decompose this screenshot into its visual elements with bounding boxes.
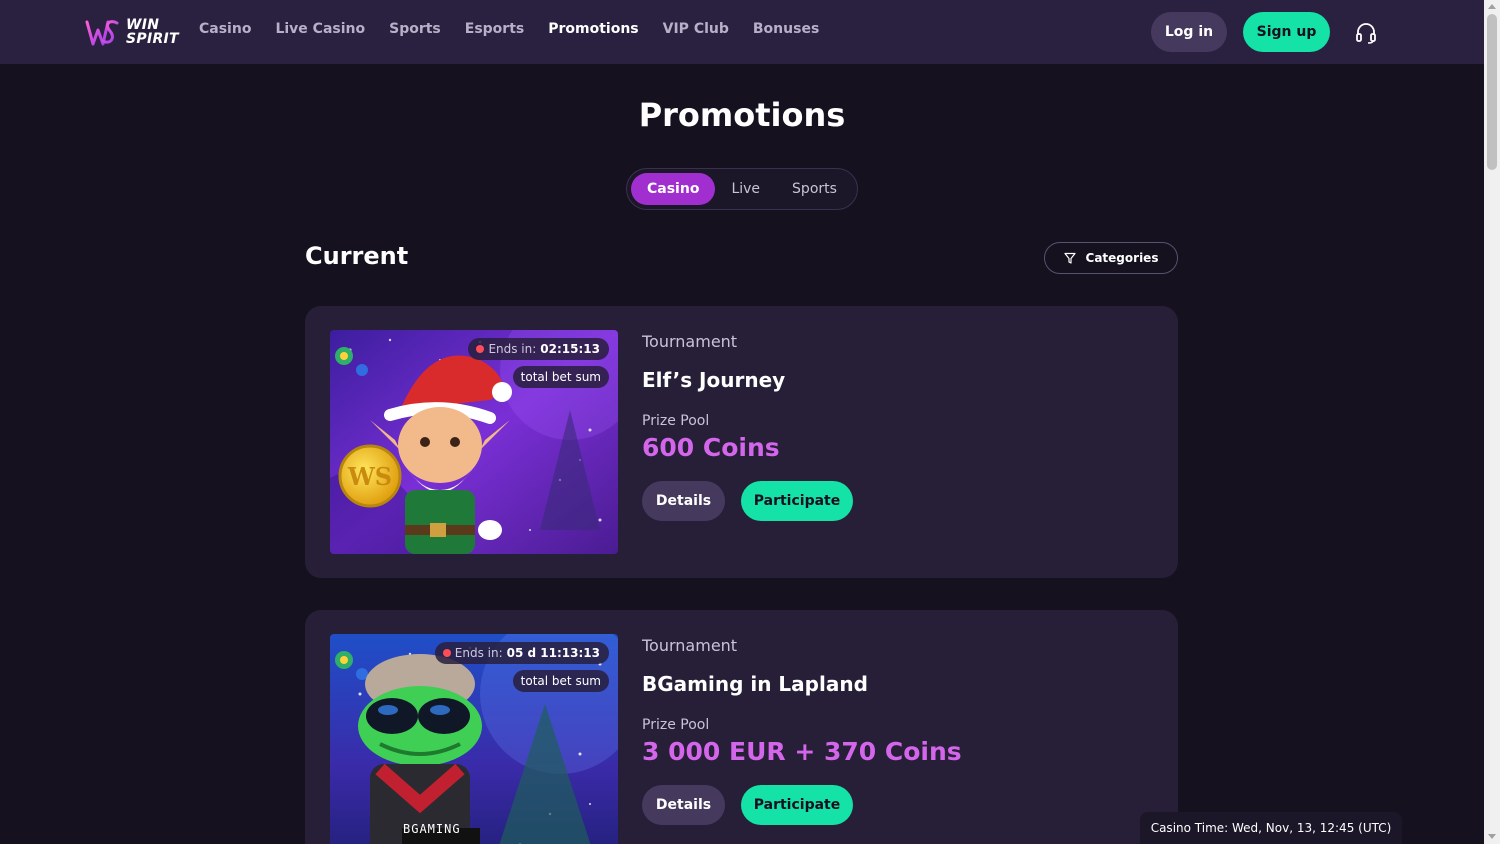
prize-pool-label: Prize Pool bbox=[642, 413, 710, 429]
live-dot-icon bbox=[442, 649, 451, 657]
promo-card: Ends in: 05 d 11:13:13 total bet sum BGA… bbox=[305, 610, 1178, 844]
brand-line-1: WIN bbox=[126, 17, 160, 33]
categories-label: Categories bbox=[1085, 251, 1159, 265]
scroll-up-arrow-icon[interactable] bbox=[1488, 4, 1496, 9]
categories-filter-button[interactable]: Categories bbox=[1044, 242, 1178, 274]
filter-icon bbox=[1063, 252, 1076, 264]
brand-line-2: SPIRIT bbox=[126, 31, 179, 47]
brand-logo[interactable]: WIN SPIRIT bbox=[84, 14, 179, 50]
details-button[interactable]: Details bbox=[642, 481, 725, 521]
scroll-down-arrow-icon[interactable] bbox=[1488, 834, 1496, 839]
logo-mark-icon bbox=[85, 20, 119, 46]
elf-illustration: WS bbox=[330, 330, 618, 554]
participate-button[interactable]: Participate bbox=[741, 785, 853, 825]
promo-card: WS Ends in: 02:15:13 total bet sum Tourn… bbox=[305, 306, 1178, 578]
promo-type-tabs: Casino Live Sports bbox=[626, 168, 858, 210]
ends-in-badge: Ends in: 05 d 11:13:13 bbox=[434, 642, 609, 664]
scrollbar-thumb[interactable] bbox=[1487, 14, 1497, 170]
promo-category: Tournament bbox=[642, 636, 738, 655]
prize-pool-label: Prize Pool bbox=[642, 717, 710, 733]
tab-sports[interactable]: Sports bbox=[776, 173, 853, 205]
top-header: WIN SPIRIT Casino Live Casino Sports Esp… bbox=[0, 0, 1484, 64]
ends-in-label: Ends in: bbox=[454, 646, 503, 660]
promo-title: BGaming in Lapland bbox=[642, 672, 868, 696]
section-title-current: Current bbox=[305, 242, 409, 270]
nav-live-casino[interactable]: Live Casino bbox=[275, 21, 365, 37]
page-scrollbar[interactable] bbox=[1484, 0, 1500, 844]
brand-wordmark: WIN SPIRIT bbox=[126, 18, 179, 46]
promo-banner-image[interactable]: Ends in: 05 d 11:13:13 total bet sum BGA… bbox=[330, 634, 618, 844]
nav-casino[interactable]: Casino bbox=[199, 21, 251, 37]
tab-live[interactable]: Live bbox=[715, 173, 776, 205]
login-button[interactable]: Log in bbox=[1151, 12, 1227, 52]
bet-type-badge: total bet sum bbox=[512, 670, 609, 692]
tab-casino[interactable]: Casino bbox=[631, 173, 716, 205]
live-dot-icon bbox=[476, 345, 485, 353]
ends-in-timer: 02:15:13 bbox=[540, 342, 600, 356]
details-button[interactable]: Details bbox=[642, 785, 725, 825]
nav-bonuses[interactable]: Bonuses bbox=[753, 21, 819, 37]
headset-support-icon[interactable] bbox=[1354, 21, 1378, 45]
ends-in-timer: 05 d 11:13:13 bbox=[506, 646, 600, 660]
frog-illustration bbox=[330, 634, 618, 844]
prize-pool-value: 3 000 EUR + 370 Coins bbox=[642, 737, 962, 766]
participate-button[interactable]: Participate bbox=[741, 481, 853, 521]
ends-in-badge: Ends in: 02:15:13 bbox=[468, 338, 609, 360]
page-title: Promotions bbox=[638, 96, 846, 134]
ends-in-label: Ends in: bbox=[488, 342, 537, 356]
svg-text:WS: WS bbox=[347, 462, 392, 491]
nav-esports[interactable]: Esports bbox=[465, 21, 524, 37]
promo-category: Tournament bbox=[642, 332, 738, 351]
bet-type-badge: total bet sum bbox=[512, 366, 609, 388]
casino-time-indicator: Casino Time: Wed, Nov, 13, 12:45 (UTC) bbox=[1140, 812, 1402, 844]
nav-promotions[interactable]: Promotions bbox=[548, 21, 638, 37]
prize-pool-value: 600 Coins bbox=[642, 433, 780, 462]
signup-button[interactable]: Sign up bbox=[1243, 12, 1330, 52]
promo-title: Elf’s Journey bbox=[642, 368, 786, 392]
nav-sports[interactable]: Sports bbox=[389, 21, 441, 37]
promo-banner-image[interactable]: WS Ends in: 02:15:13 total bet sum bbox=[330, 330, 618, 554]
main-nav: Casino Live Casino Sports Esports Promot… bbox=[199, 21, 843, 37]
nav-vip-club[interactable]: VIP Club bbox=[663, 21, 729, 37]
provider-watermark: BGAMING bbox=[403, 822, 461, 836]
